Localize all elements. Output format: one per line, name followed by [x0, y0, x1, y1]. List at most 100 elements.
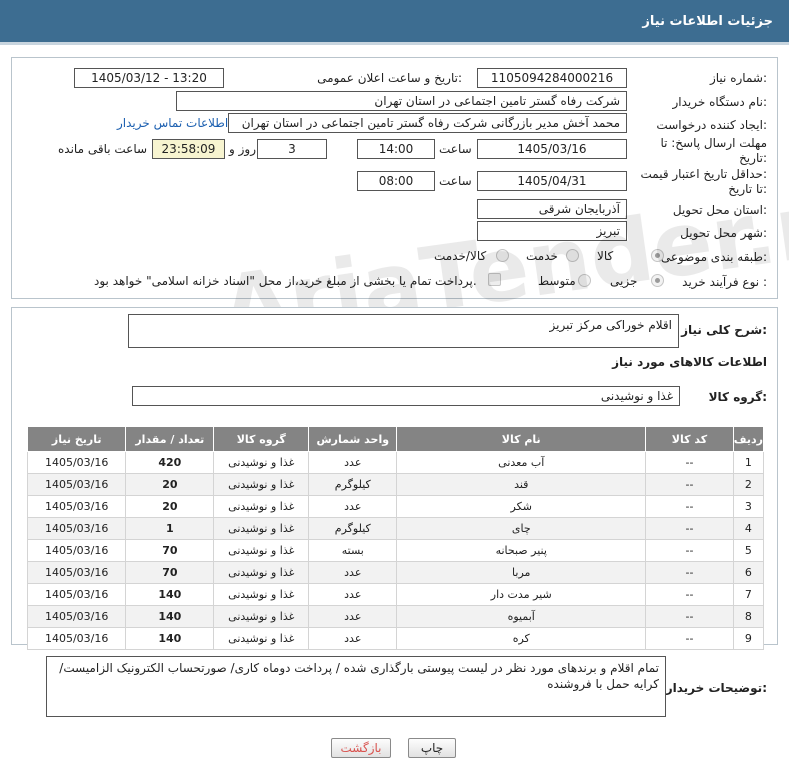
item-unit-cell: عدد: [308, 495, 398, 518]
row-number-cell: 4: [732, 517, 765, 540]
validity-time-field: 08:00: [357, 171, 435, 191]
item-code-cell: --: [645, 627, 734, 650]
item-qty-cell: 140: [125, 627, 215, 650]
announce-label: تاریخ و ساعت اعلان عمومی:: [317, 71, 462, 85]
item-name-cell: آب معدنی: [396, 451, 647, 474]
item-date-cell: 1405/03/16: [26, 495, 127, 518]
item-date-cell: 1405/03/16: [26, 561, 127, 584]
item-unit-cell: عدد: [308, 561, 398, 584]
buyer-notes-label: توضیحات خریدار:: [665, 681, 767, 695]
back-button[interactable]: بازگشت: [331, 738, 391, 758]
item-date-cell: 1405/03/16: [26, 451, 127, 474]
goods-group-label: گروه کالا:: [708, 390, 767, 404]
item-qty-cell: 140: [125, 583, 215, 606]
row-number-cell: 1: [732, 451, 765, 474]
need-number-label: شماره نیاز:: [709, 71, 767, 85]
deadline-label-date: تاریخ:: [739, 151, 767, 165]
deadline-time-label: ساعت: [439, 142, 472, 156]
row-number-cell: 7: [732, 583, 765, 606]
item-group-cell: غذا و نوشیدنی: [213, 451, 310, 474]
item-unit-cell: عدد: [308, 627, 398, 650]
item-group-cell: غذا و نوشیدنی: [213, 583, 310, 606]
item-unit-cell: عدد: [308, 451, 398, 474]
item-name-cell: شکر: [396, 495, 647, 518]
item-code-cell: --: [645, 583, 734, 606]
item-qty-cell: 20: [125, 473, 215, 496]
item-group-cell: غذا و نوشیدنی: [213, 495, 310, 518]
buyer-org-field: شرکت رفاه گستر تامین اجتماعی در استان ته…: [176, 91, 627, 111]
creator-field: محمد آخش مدیر بازرگانی شرکت رفاه گستر تا…: [228, 113, 627, 133]
col-header-group: گروه کالا: [213, 426, 310, 452]
need-number-field: 1105094284000216: [477, 68, 627, 88]
summary-field: اقلام خوراکی مرکز تبریز: [128, 314, 679, 348]
table-row: 2 -- قند کیلوگرم غذا و نوشیدنی 20 1405/03/16: [26, 473, 765, 496]
validity-time-label: ساعت: [439, 174, 472, 188]
row-number-cell: 8: [732, 605, 765, 628]
remaining-label: ساعت باقی مانده: [58, 142, 148, 156]
item-unit-cell: کیلوگرم: [308, 517, 398, 540]
title-bar: جزئیات اطلاعات نیاز: [0, 0, 789, 45]
item-name-cell: مربا: [396, 561, 647, 584]
goods-info-title: اطلاعات کالاهای مورد نیاز: [612, 355, 767, 369]
item-qty-cell: 1: [125, 517, 215, 540]
table-row: 9 -- کره عدد غذا و نوشیدنی 140 1405/03/16: [26, 627, 765, 650]
item-name-cell: شیر مدت دار: [396, 583, 647, 606]
item-unit-cell: کیلوگرم: [308, 473, 398, 496]
validity-date-field: 1405/04/31: [477, 171, 627, 191]
item-name-cell: آبمیوه: [396, 605, 647, 628]
item-name-cell: قند: [396, 473, 647, 496]
items-table: ردیف کد کالا نام کالا واحد شمارش گروه کا…: [26, 426, 765, 650]
deadline-label: مهلت ارسال پاسخ: تا: [660, 136, 767, 150]
table-header-row: ردیف کد کالا نام کالا واحد شمارش گروه کا…: [26, 426, 765, 452]
validity-label: حداقل تاریخ اعتبار قیمت:: [640, 167, 767, 181]
print-button[interactable]: چاپ: [408, 738, 456, 758]
item-group-cell: غذا و نوشیدنی: [213, 473, 310, 496]
buyer-org-label: نام دستگاه خریدار:: [672, 95, 768, 109]
row-number-cell: 2: [732, 473, 765, 496]
item-group-cell: غذا و نوشیدنی: [213, 517, 310, 540]
items-table-body: 1 -- آب معدنی عدد غذا و نوشیدنی 420 1405/03/16…: [26, 451, 765, 650]
row-number-cell: 6: [732, 561, 765, 584]
days-label: روز و: [229, 142, 256, 156]
item-group-cell: غذا و نوشیدنی: [213, 561, 310, 584]
buyer-contact-link[interactable]: اطلاعات تماس خریدار: [117, 116, 228, 130]
item-code-cell: --: [645, 605, 734, 628]
col-header-code: کد کالا: [645, 426, 734, 452]
item-qty-cell: 20: [125, 495, 215, 518]
item-qty-cell: 420: [125, 451, 215, 474]
item-group-cell: غذا و نوشیدنی: [213, 627, 310, 650]
item-unit-cell: عدد: [308, 605, 398, 628]
item-qty-cell: 70: [125, 539, 215, 562]
item-code-cell: --: [645, 561, 734, 584]
item-qty-cell: 70: [125, 561, 215, 584]
announce-field: 1405/03/12 - 13:20: [74, 68, 224, 88]
item-group-cell: غذا و نوشیدنی: [213, 539, 310, 562]
creator-label: ایجاد کننده درخواست:: [656, 118, 767, 132]
item-qty-cell: 140: [125, 605, 215, 628]
table-row: 5 -- پنیر صبحانه بسته غذا و نوشیدنی 70 1405/03…: [26, 539, 765, 562]
deadline-date-field: 1405/03/16: [477, 139, 627, 159]
item-unit-cell: بسته: [308, 539, 398, 562]
table-row: 7 -- شیر مدت دار عدد غذا و نوشیدنی 140 1405/03…: [26, 583, 765, 606]
item-code-cell: --: [645, 495, 734, 518]
col-header-qty: تعداد / مقدار: [125, 426, 215, 452]
item-name-cell: پنیر صبحانه: [396, 539, 647, 562]
summary-label: شرح کلی نیاز:: [681, 323, 767, 337]
item-unit-cell: عدد: [308, 583, 398, 606]
col-header-name: نام کالا: [396, 426, 647, 452]
item-date-cell: 1405/03/16: [26, 517, 127, 540]
item-date-cell: 1405/03/16: [26, 539, 127, 562]
item-date-cell: 1405/03/16: [26, 605, 127, 628]
row-number-cell: 5: [732, 539, 765, 562]
row-number-cell: 9: [732, 627, 765, 650]
col-header-date: تاریخ نیاز: [26, 426, 127, 452]
table-row: 3 -- شکر عدد غذا و نوشیدنی 20 1405/03/16: [26, 495, 765, 518]
item-date-cell: 1405/03/16: [26, 583, 127, 606]
item-name-cell: کره: [396, 627, 647, 650]
item-group-cell: غذا و نوشیدنی: [213, 605, 310, 628]
page-title: جزئیات اطلاعات نیاز: [642, 14, 773, 29]
buyer-notes-field: تمام اقلام و برندهای مورد نظر در لیست پی…: [46, 656, 666, 717]
table-row: 4 -- چای کیلوگرم غذا و نوشیدنی 1 1405/03/16: [26, 517, 765, 540]
item-code-cell: --: [645, 539, 734, 562]
col-header-row: ردیف: [732, 426, 765, 452]
